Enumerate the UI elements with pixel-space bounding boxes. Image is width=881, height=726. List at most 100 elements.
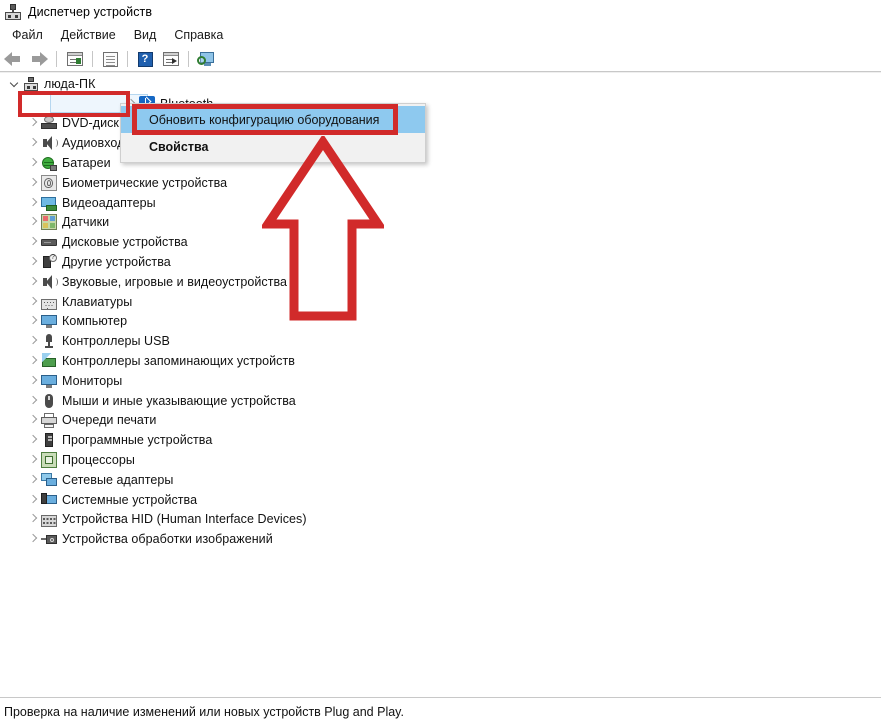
tree-item-software-devices[interactable]: Программные устройства: [0, 430, 881, 450]
chevron-right-icon[interactable]: [26, 235, 40, 249]
menu-bar: Файл Действие Вид Справка: [0, 24, 881, 46]
chevron-right-icon[interactable]: [26, 512, 40, 526]
imaging-device-icon: [41, 531, 57, 547]
audio-icon: [41, 135, 58, 151]
tree-item-monitors[interactable]: Мониторы: [0, 371, 881, 391]
tree-item-label: Компьютер: [62, 314, 128, 329]
chevron-right-icon[interactable]: [26, 196, 40, 210]
tree-item-label: Мониторы: [62, 373, 123, 388]
tree-item-label: Видеоадаптеры: [62, 195, 156, 210]
scan-hardware-changes-button[interactable]: [194, 48, 218, 70]
menu-properties[interactable]: Свойства: [121, 133, 425, 160]
tree-item-label: Программные устройства: [62, 433, 213, 448]
menu-file[interactable]: Файл: [3, 26, 52, 44]
back-button[interactable]: [1, 48, 25, 70]
status-bar-text: Проверка на наличие изменений или новых …: [4, 705, 404, 719]
menu-help[interactable]: Справка: [165, 26, 232, 44]
tree-item-label: Батареи: [62, 156, 111, 171]
chevron-right-icon[interactable]: [26, 295, 40, 309]
tree-item-biometric[interactable]: Биометрические устройства: [0, 173, 881, 193]
tree-item-computer[interactable]: Компьютер: [0, 312, 881, 332]
toolbar-separator: [92, 51, 93, 67]
monitor-icon: [41, 313, 57, 329]
window-title: Диспетчер устройств: [28, 5, 153, 19]
arrow-right-icon: [30, 52, 48, 66]
chevron-right-icon[interactable]: [26, 156, 40, 170]
chevron-right-icon[interactable]: [26, 433, 40, 447]
network-adapter-icon: [41, 472, 57, 488]
chevron-right-icon[interactable]: [26, 334, 40, 348]
chevron-right-icon[interactable]: [26, 275, 40, 289]
mouse-icon: [41, 393, 57, 409]
hid-icon: [41, 515, 57, 528]
tree-item-sensors[interactable]: Датчики: [0, 213, 881, 233]
tree-item-imaging-devices[interactable]: Устройства обработки изображений: [0, 529, 881, 549]
tree-item-usb-controllers[interactable]: Контроллеры USB: [0, 331, 881, 351]
chevron-right-icon[interactable]: [26, 116, 40, 130]
help-button[interactable]: ?: [133, 48, 157, 70]
tree-item-label: Процессоры: [62, 453, 135, 468]
tree-item-label: Системные устройства: [62, 492, 198, 507]
tree-item-processors[interactable]: Процессоры: [0, 450, 881, 470]
tree-item-label: Контроллеры запоминающих устройств: [62, 354, 295, 369]
chevron-right-icon[interactable]: [26, 176, 40, 190]
tree-item-label: Биометрические устройства: [62, 175, 228, 190]
system-device-icon: [41, 492, 57, 508]
tree-item-label: Дисковые устройства: [62, 235, 188, 250]
chevron-right-icon[interactable]: [26, 136, 40, 150]
printer-icon: [41, 412, 57, 429]
tree-item-system-devices[interactable]: Системные устройства: [0, 490, 881, 510]
properties-button[interactable]: [98, 48, 122, 70]
chevron-right-icon[interactable]: [26, 255, 40, 269]
chevron-right-icon[interactable]: [26, 215, 40, 229]
menu-scan-hardware-changes[interactable]: Обновить конфигурацию оборудования: [121, 106, 425, 133]
tree-item-other-devices[interactable]: ? Другие устройства: [0, 252, 881, 272]
menu-action[interactable]: Действие: [52, 26, 125, 44]
chevron-right-icon[interactable]: [26, 394, 40, 408]
tree-item-network-adapters[interactable]: Сетевые адаптеры: [0, 470, 881, 490]
tree-item-disk-drives[interactable]: Дисковые устройства: [0, 232, 881, 252]
arrow-left-icon: [4, 52, 22, 66]
tree-item-keyboards[interactable]: Клавиатуры: [0, 292, 881, 312]
chevron-right-icon[interactable]: [26, 473, 40, 487]
chevron-right-icon[interactable]: [26, 493, 40, 507]
scan-hardware-icon: [197, 51, 215, 67]
update-driver-button[interactable]: [159, 48, 183, 70]
tree-item-storage-controllers[interactable]: Контроллеры запоминающих устройств: [0, 351, 881, 371]
show-hide-console-tree-button[interactable]: [63, 48, 87, 70]
tree-item-sound-video[interactable]: Звуковые, игровые и видеоустройства: [0, 272, 881, 292]
tree-item-label: Клавиатуры: [62, 294, 133, 309]
tree-root-label: люда-ПК: [44, 76, 96, 91]
tree-item-label: Сетевые адаптеры: [62, 472, 174, 487]
chevron-right-icon[interactable]: [26, 354, 40, 368]
toolbar: ?: [0, 46, 881, 72]
keyboard-icon: [41, 298, 57, 310]
tree-item-label: DVD-диск: [62, 116, 119, 131]
context-menu[interactable]: Обновить конфигурацию оборудования Свойс…: [120, 103, 426, 163]
chevron-right-icon[interactable]: [26, 532, 40, 546]
tree-item-label: Устройства HID (Human Interface Devices): [62, 512, 307, 527]
chevron-right-icon[interactable]: [26, 314, 40, 328]
monitor-icon: [41, 373, 57, 389]
tree-item-display-adapters[interactable]: Видеоадаптеры: [0, 193, 881, 213]
chevron-right-icon[interactable]: [26, 374, 40, 388]
menu-view[interactable]: Вид: [125, 26, 166, 44]
device-tree[interactable]: люда-ПК Bluetooth DVD-диск Аудиовходы и …: [0, 74, 881, 694]
tree-item-print-queues[interactable]: Очереди печати: [0, 411, 881, 431]
tree-item-hid[interactable]: Устройства HID (Human Interface Devices): [0, 510, 881, 530]
sound-video-icon: [41, 274, 58, 290]
title-bar: Диспетчер устройств: [0, 0, 881, 24]
device-manager-icon: [5, 4, 21, 20]
storage-controller-icon: [41, 353, 57, 369]
tree-root-row[interactable]: люда-ПК: [0, 74, 881, 94]
forward-button[interactable]: [27, 48, 51, 70]
tree-item-mice[interactable]: Мыши и иные указывающие устройства: [0, 391, 881, 411]
tree-item-label: Датчики: [62, 215, 110, 230]
chevron-right-icon[interactable]: [26, 453, 40, 467]
dvd-drive-icon: [41, 115, 57, 131]
chevron-right-icon[interactable]: [26, 413, 40, 427]
battery-icon: [41, 155, 57, 172]
disk-drive-icon: [41, 234, 57, 250]
chevron-down-icon[interactable]: [8, 77, 22, 91]
toolbar-separator: [127, 51, 128, 67]
